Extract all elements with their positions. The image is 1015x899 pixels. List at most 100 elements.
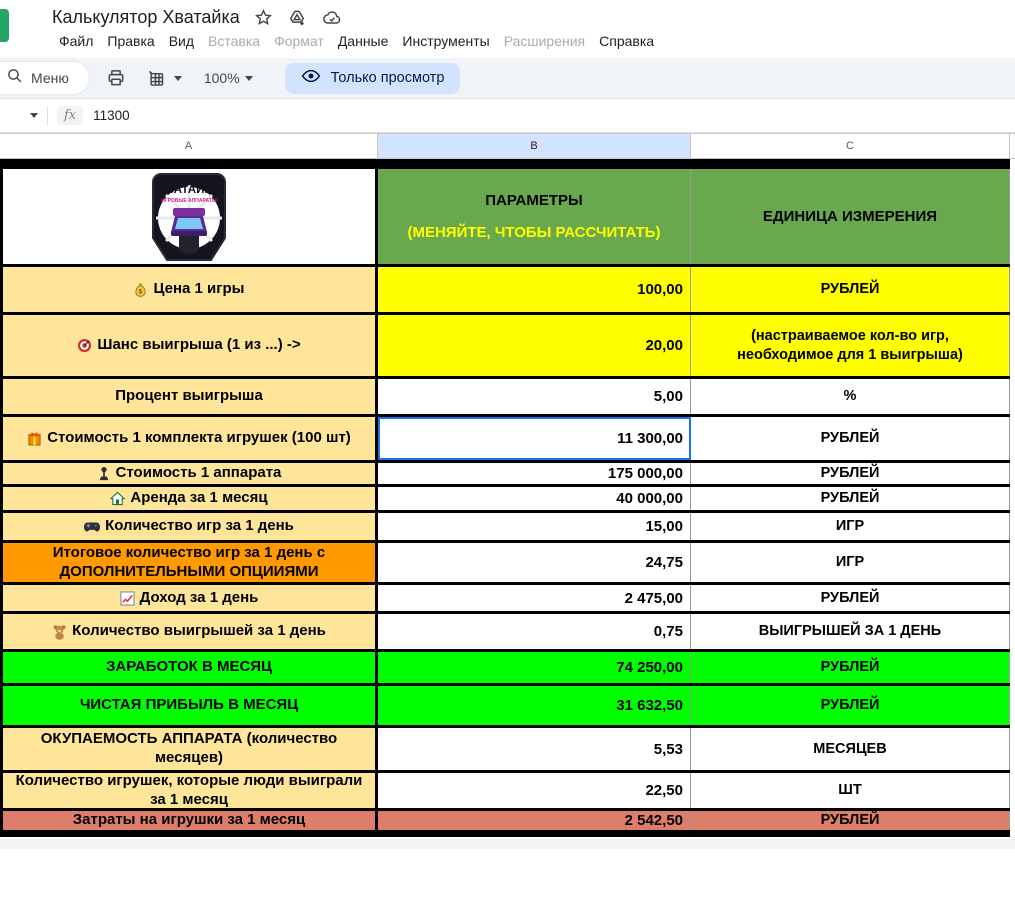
cloud-check-icon [321, 8, 343, 28]
row-label-cell[interactable]: Шанс выигрыша (1 из ...) -> [3, 315, 378, 376]
row-label: Цена 1 игры [153, 280, 244, 299]
row-label: Стоимость 1 аппарата [116, 464, 282, 483]
sheets-logo-icon[interactable] [0, 9, 9, 42]
row-unit-cell[interactable]: МЕСЯЦЕВ [691, 728, 1010, 770]
gamepad-icon [84, 521, 100, 533]
menu-item-2[interactable]: Вид [162, 30, 201, 52]
menu-item-6[interactable]: Инструменты [395, 30, 496, 52]
row-label: Шанс выигрыша (1 из ...) -> [97, 336, 300, 355]
row-label-cell[interactable]: Стоимость 1 аппарата [3, 463, 378, 484]
row-label-cell[interactable]: ЧИСТАЯ ПРИБЫЛЬ В МЕСЯЦ [3, 686, 378, 725]
row-value-cell[interactable]: 15,00 [378, 513, 691, 540]
table-row: Количество выигрышей за 1 день0,75ВЫИГРЫ… [0, 614, 1010, 652]
table-row: Итоговое количество игр за 1 день с ДОПО… [0, 543, 1010, 585]
target-icon [77, 338, 92, 353]
row-unit-cell[interactable]: РУБЛЕЙ [691, 267, 1010, 312]
unit-header-cell[interactable]: ЕДИНИЦА ИЗМЕРЕНИЯ [691, 169, 1010, 264]
column-header-c[interactable]: C [691, 134, 1010, 158]
row-label-cell[interactable]: Затраты на игрушки за 1 месяц [3, 811, 378, 830]
fx-icon: fx [57, 106, 83, 125]
print-icon[interactable] [103, 65, 129, 91]
star-icon[interactable] [254, 8, 273, 27]
column-header-b[interactable]: B [378, 134, 691, 158]
row-value-cell[interactable]: 31 632,50 [378, 686, 691, 725]
document-title[interactable]: Калькулятор Хватайка [52, 7, 240, 28]
params-subtitle: (МЕНЯЙТЕ, ЧТОБЫ РАССЧИТАТЬ) [407, 224, 660, 241]
row-label-cell[interactable]: ОКУПАЕМОСТЬ АППАРАТА (количество месяцев… [3, 728, 378, 770]
selected-value-cell[interactable]: 11 300,00 [378, 417, 691, 460]
row-unit-cell[interactable]: РУБЛЕЙ [691, 487, 1010, 510]
title-bar: Калькулятор Хватайка ФайлПравкаВидВставк… [0, 0, 1015, 58]
menu-button-label: Меню [31, 70, 69, 86]
row-label-cell[interactable]: Итоговое количество игр за 1 день с ДОПО… [3, 543, 378, 582]
chevron-down-icon [245, 76, 253, 81]
row-value-cell[interactable]: 175 000,00 [378, 463, 691, 484]
row-value-cell[interactable]: 100,00 [378, 267, 691, 312]
row-unit-cell[interactable]: РУБЛЕЙ [691, 585, 1010, 611]
formula-input[interactable]: 11300 [93, 108, 130, 123]
row-label: Аренда за 1 месяц [130, 489, 267, 508]
row-unit-cell[interactable]: ИГР [691, 513, 1010, 540]
logo-cell[interactable]: ХВАТАЙКА ИГРОВЫЕ АППАРАТЫ [3, 169, 378, 264]
table-row: Стоимость 1 комплекта игрушек (100 шт) 11… [0, 417, 1010, 463]
row-unit-cell[interactable]: РУБЛЕЙ [691, 811, 1010, 830]
row-label-cell[interactable]: ЗАРАБОТОК В МЕСЯЦ [3, 652, 378, 683]
row-label: Стоимость 1 комплекта игрушек (100 шт) [47, 429, 351, 448]
row-value-cell[interactable]: 24,75 [378, 543, 691, 582]
menu-item-1[interactable]: Правка [100, 30, 161, 52]
menu-item-0[interactable]: Файл [52, 30, 100, 52]
table-row: ЗАРАБОТОК В МЕСЯЦ 74 250,00РУБЛЕЙ [0, 652, 1010, 686]
row-unit-cell[interactable]: ШТ [691, 773, 1010, 808]
row-value-cell[interactable]: 74 250,00 [378, 652, 691, 683]
row-label-cell[interactable]: Количество выигрышей за 1 день [3, 614, 378, 649]
teddy-icon [52, 624, 67, 640]
row-unit-cell[interactable]: ВЫИГРЫШЕЙ ЗА 1 ДЕНЬ [691, 614, 1010, 649]
row-unit-cell[interactable]: РУБЛЕЙ [691, 463, 1010, 484]
spreadsheet-app: Калькулятор Хватайка ФайлПравкаВидВставк… [0, 0, 1015, 899]
row-label: ЗАРАБОТОК В МЕСЯЦ [106, 658, 272, 677]
svg-text:$: $ [139, 288, 143, 295]
row-label-cell[interactable]: Процент выигрыша [3, 379, 378, 414]
row-value-cell[interactable]: 2 542,50 [378, 811, 691, 830]
row-label: Количество игрушек, которые люди выиграл… [9, 772, 369, 810]
menu-item-7: Расширения [497, 30, 592, 52]
row-unit-cell[interactable]: (настраиваемое кол-во игр, необходимое д… [691, 315, 1010, 376]
sheet-grid-copy-icon [143, 65, 169, 91]
view-only-chip[interactable]: Только просмотр [285, 63, 461, 94]
table-row: Шанс выигрыша (1 из ...) -> 20,00(настраи… [0, 315, 1010, 379]
row-value-cell[interactable]: 22,50 [378, 773, 691, 808]
row-unit-cell[interactable]: РУБЛЕЙ [691, 652, 1010, 683]
toolbar: Меню 100% Только просмотр [0, 58, 1015, 98]
row-value-cell[interactable]: 2 475,00 [378, 585, 691, 611]
menu-item-5[interactable]: Данные [331, 30, 396, 52]
row-value-cell[interactable]: 5,00 [378, 379, 691, 414]
column-header-a[interactable]: A [0, 134, 378, 158]
row-label-cell[interactable]: Количество игрушек, которые люди выиграл… [3, 773, 378, 808]
row-unit-cell[interactable]: РУБЛЕЙ [691, 417, 1010, 460]
row-label-cell[interactable]: Стоимость 1 комплекта игрушек (100 шт) [3, 417, 378, 460]
params-header-cell[interactable]: ПАРАМЕТРЫ (МЕНЯЙТЕ, ЧТОБЫ РАССЧИТАТЬ) [378, 169, 691, 264]
row-value-cell[interactable]: 5,53 [378, 728, 691, 770]
name-box[interactable] [0, 113, 38, 118]
drive-add-icon[interactable] [287, 8, 307, 28]
row-label-cell[interactable]: $ Цена 1 игры [3, 267, 378, 312]
zoom-select[interactable]: 100% [198, 66, 259, 90]
row-value-cell[interactable]: 0,75 [378, 614, 691, 649]
column-header-rest [1010, 134, 1015, 158]
row-unit-cell[interactable]: РУБЛЕЙ [691, 686, 1010, 725]
row-label-cell[interactable]: Доход за 1 день [3, 585, 378, 611]
menu-item-8[interactable]: Справка [592, 30, 661, 52]
hvataika-logo: ХВАТАЙКА ИГРОВЫЕ АППАРАТЫ [151, 172, 227, 262]
search-icon [6, 67, 23, 89]
row-unit-cell[interactable]: ИГР [691, 543, 1010, 582]
row-label-cell[interactable]: Аренда за 1 месяц [3, 487, 378, 510]
row-value-cell[interactable]: 20,00 [378, 315, 691, 376]
row-label: Доход за 1 день [140, 589, 259, 608]
chevron-down-icon [174, 76, 182, 81]
row-unit-cell[interactable]: % [691, 379, 1010, 414]
row-label-cell[interactable]: Количество игр за 1 день [3, 513, 378, 540]
menu-button[interactable]: Меню [0, 62, 89, 94]
row-label: Затраты на игрушки за 1 месяц [73, 811, 306, 830]
row-value-cell[interactable]: 40 000,00 [378, 487, 691, 510]
filter-views-button[interactable] [143, 65, 182, 91]
